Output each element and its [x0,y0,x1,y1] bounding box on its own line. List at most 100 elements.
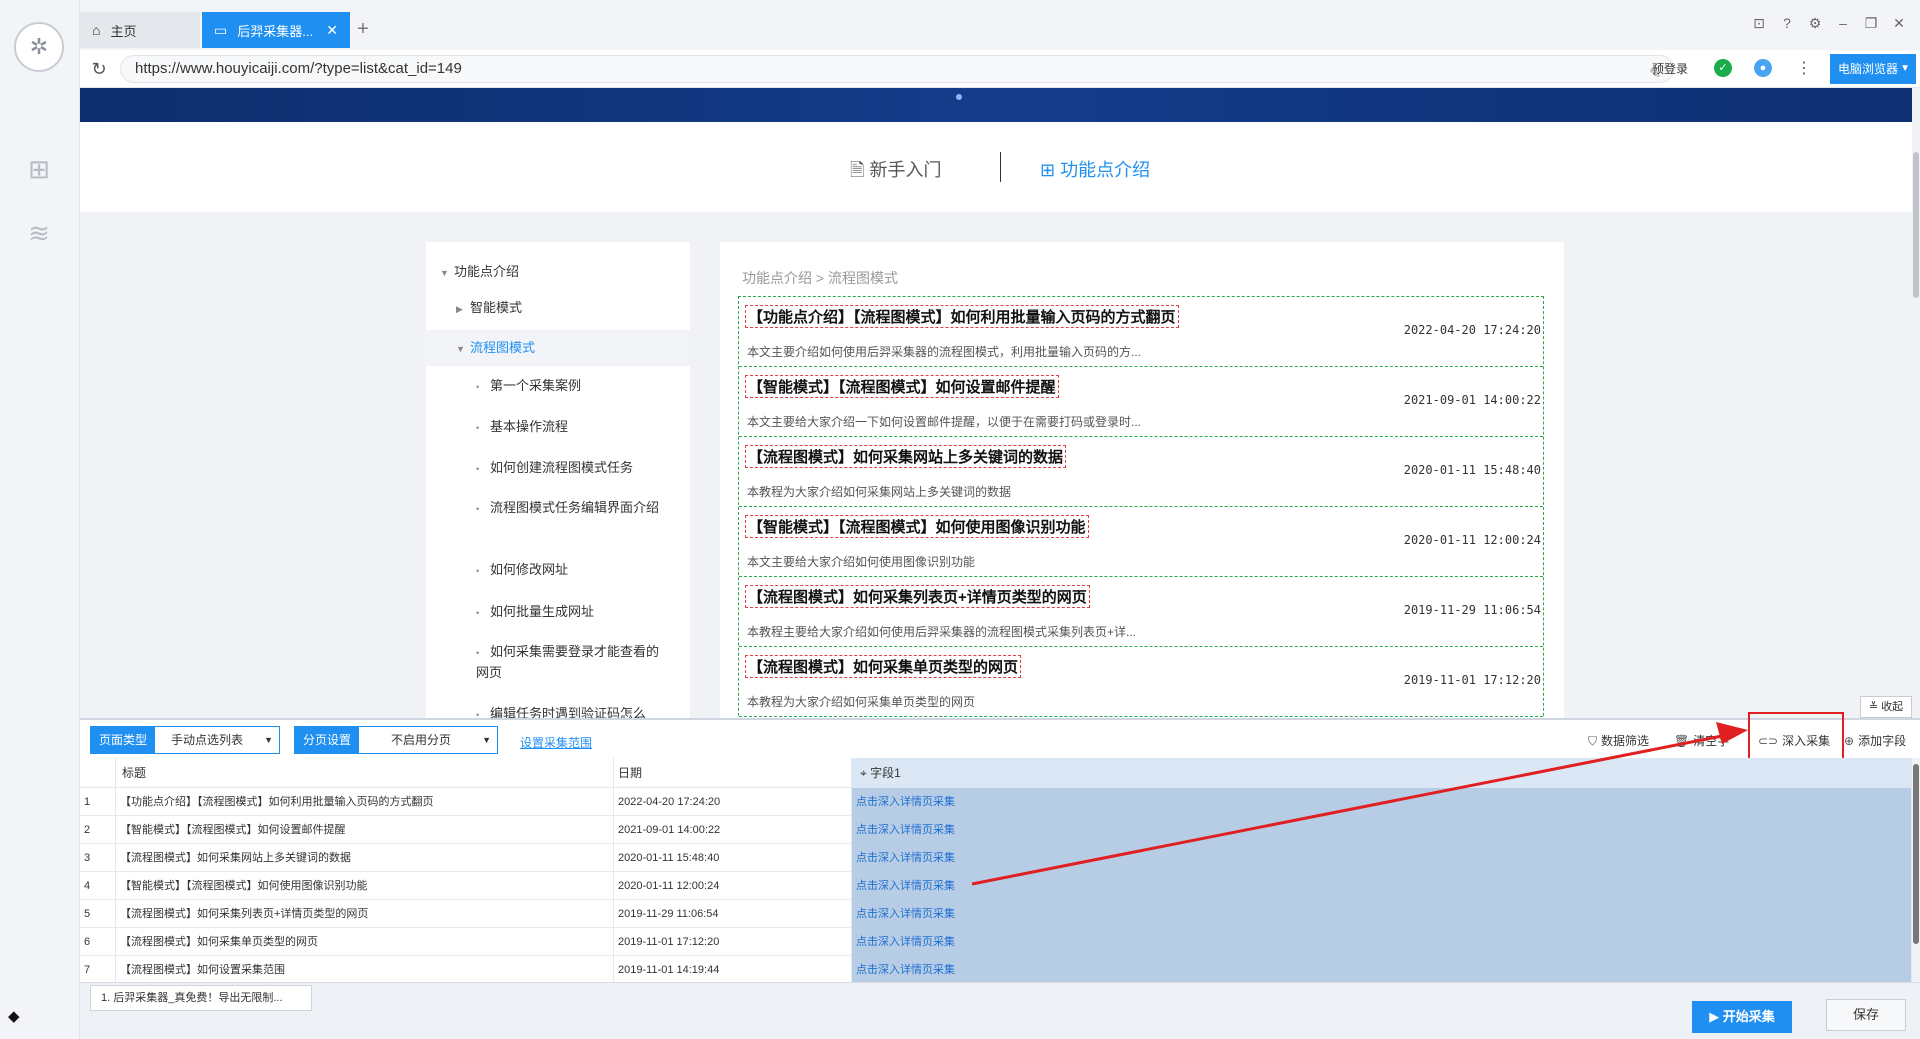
article-date: 2019-11-29 11:06:54 [1403,603,1541,617]
row-title[interactable]: 【流程图模式】如何采集列表页+详情页类型的网页 [116,900,614,928]
new-task-icon[interactable]: ⊞ [22,152,56,186]
help-icon[interactable]: ? [1776,12,1798,34]
row-date[interactable]: 2020-01-11 15:48:40 [614,844,852,872]
article-title[interactable]: 【流程图模式】如何采集单页类型的网页 [745,655,1022,678]
row-field1-link[interactable]: 点击深入详情页采集 [852,788,1912,816]
row-date[interactable]: 2020-01-11 12:00:24 [614,872,852,900]
row-field1-link[interactable]: 点击深入详情页采集 [852,956,1912,984]
add-field-button[interactable]: ⊕ 添加字段 [1844,732,1906,749]
user-status-icon[interactable]: ● [1754,59,1772,77]
row-title[interactable]: 【功能点介绍】【流程图模式】如何利用批量输入页码的方式翻页 [116,788,614,816]
page-type-value[interactable]: 手动点选列表 ▼ [155,727,280,753]
crosshair-icon: ⌖ [860,766,871,780]
col-title[interactable]: 标题 [116,758,614,788]
row-field1-link[interactable]: 点击深入详情页采集 [852,816,1912,844]
close-tab-icon[interactable]: ✕ [326,22,338,39]
menu-item[interactable]: ▼ 功能点介绍 [426,262,690,283]
gift-icon[interactable]: ⊡ [1748,12,1770,34]
tab-active[interactable]: ▭ 后羿采集器... ✕ [202,12,350,48]
col-field1[interactable]: ⌖ 字段1 [852,758,1912,788]
col-date[interactable]: 日期 [614,758,852,788]
row-title[interactable]: 【智能模式】【流程图模式】如何使用图像识别功能 [116,872,614,900]
table-row[interactable]: 3 【流程图模式】如何采集网站上多关键词的数据 2020-01-11 15:48… [80,844,1912,872]
qq-icon[interactable]: ◆ [8,1007,26,1025]
row-date[interactable]: 2021-09-01 14:00:22 [614,816,852,844]
layers-icon[interactable]: ≋ [22,216,56,250]
nav-getting-started[interactable]: 🗎 新手入门 [850,156,941,188]
row-date[interactable]: 2019-11-01 17:12:20 [614,928,852,956]
row-title[interactable]: 【流程图模式】如何设置采集范围 [116,956,614,984]
article-title[interactable]: 【功能点介绍】【流程图模式】如何利用批量输入页码的方式翻页 [745,305,1179,328]
article-title[interactable]: 【智能模式】【流程图模式】如何使用图像识别功能 [745,515,1089,538]
row-date[interactable]: 2022-04-20 17:24:20 [614,788,852,816]
menu-item[interactable]: • 基本操作流程 [426,417,690,438]
menu-item[interactable]: • 如何创建流程图模式任务 [426,458,690,479]
table-scrollbar-thumb[interactable] [1913,764,1919,944]
nav-features[interactable]: ⊞ 功能点介绍 [1040,156,1150,182]
collapse-button[interactable]: ≚ 收起 [1860,696,1912,718]
table-row[interactable]: 4 【智能模式】【流程图模式】如何使用图像识别功能 2020-01-11 12:… [80,872,1912,900]
status-bar: 1. 后羿采集器_真免费！导出无限制... ▶ 开始采集 保存 [80,982,1920,1039]
page-type-select[interactable]: 页面类型 手动点选列表 ▼ [90,726,281,754]
row-index: 2 [80,816,116,844]
table-row[interactable]: 2 【智能模式】【流程图模式】如何设置邮件提醒 2021-09-01 14:00… [80,816,1912,844]
pre-login-button[interactable]: 预登录 [1652,60,1688,77]
row-title[interactable]: 【流程图模式】如何采集网站上多关键词的数据 [116,844,614,872]
article-item[interactable]: 【功能点介绍】【流程图模式】如何利用批量输入页码的方式翻页 2022-04-20… [739,297,1543,367]
set-range-link[interactable]: 设置采集范围 [520,734,592,751]
article-title[interactable]: 【流程图模式】如何采集列表页+详情页类型的网页 [745,585,1090,608]
data-filter-button[interactable]: ⛉ 数据筛选 [1588,732,1649,749]
article-title[interactable]: 【流程图模式】如何采集网站上多关键词的数据 [745,445,1067,468]
table-row[interactable]: 6 【流程图模式】如何采集单页类型的网页 2019-11-01 17:12:20… [80,928,1912,956]
row-field1-link[interactable]: 点击深入详情页采集 [852,872,1912,900]
trash-icon: 🗑 [1674,734,1690,748]
paging-select[interactable]: 分页设置 不启用分页 ▼ [294,726,499,754]
row-title[interactable]: 【智能模式】【流程图模式】如何设置邮件提醒 [116,816,614,844]
browser-mode-dropdown[interactable]: 电脑浏览器 ▼ [1830,54,1916,84]
menu-item[interactable]: • 如何批量生成网址 [426,602,690,623]
menu-item[interactable]: • 第一个采集案例 [426,376,690,397]
reload-icon[interactable]: ↻ [88,58,110,80]
clear-fields-button[interactable]: 🗑 清空字 [1674,732,1729,749]
paging-value[interactable]: 不启用分页 ▼ [359,727,498,753]
tab-home[interactable]: ⌂ 主页 [80,12,200,48]
menu-item[interactable]: • 如何采集需要登录才能查看的网页 [426,642,690,683]
settings-icon[interactable]: ⚙ [1804,12,1826,34]
green-status-icon[interactable]: ✓ [1714,59,1732,77]
article-item[interactable]: 【智能模式】【流程图模式】如何使用图像识别功能 2020-01-11 12:00… [739,507,1543,577]
url-input[interactable]: https://www.houyicaiji.com/?type=list&ca… [120,55,1674,83]
save-button[interactable]: 保存 [1826,999,1906,1031]
row-date[interactable]: 2019-11-01 14:19:44 [614,956,852,984]
page-scrollbar-thumb[interactable] [1913,152,1919,298]
chevrons-down-icon: ≚ [1868,701,1882,713]
row-field1-link[interactable]: 点击深入详情页采集 [852,900,1912,928]
notice-tab[interactable]: 1. 后羿采集器_真免费！导出无限制... [90,985,312,1011]
article-title[interactable]: 【智能模式】【流程图模式】如何设置邮件提醒 [745,375,1059,398]
chevron-down-icon: ▼ [1900,63,1910,74]
menu-item-selected[interactable]: ▼ 流程图模式 [426,330,690,366]
menu-item[interactable]: • 流程图模式任务编辑界面介绍 [426,498,690,519]
restore-icon[interactable]: ❐ [1860,12,1882,34]
table-row[interactable]: 7 【流程图模式】如何设置采集范围 2019-11-01 14:19:44 点击… [80,956,1912,984]
page-scrollbar[interactable] [1912,88,1920,718]
close-window-icon[interactable]: ✕ [1888,12,1910,34]
data-panel: 页面类型 手动点选列表 ▼ 分页设置 不启用分页 ▼ 设置采集范围 ⛉ 数据筛选 🗑 清… [80,712,1920,1039]
minimize-icon[interactable]: – [1832,12,1854,34]
menu-item[interactable]: • 编辑任务时遇到验证码怎么 [426,704,690,718]
row-field1-link[interactable]: 点击深入详情页采集 [852,928,1912,956]
article-item[interactable]: 【流程图模式】如何采集网站上多关键词的数据 2020-01-11 15:48:4… [739,437,1543,507]
table-scrollbar[interactable] [1912,758,1920,982]
new-tab-button[interactable]: + [348,14,378,44]
article-item[interactable]: 【流程图模式】如何采集列表页+详情页类型的网页 2019-11-29 11:06… [739,577,1543,647]
row-title[interactable]: 【流程图模式】如何采集单页类型的网页 [116,928,614,956]
table-row[interactable]: 1 【功能点介绍】【流程图模式】如何利用批量输入页码的方式翻页 2022-04-… [80,788,1912,816]
menu-item[interactable]: • 如何修改网址 [426,560,690,581]
article-item[interactable]: 【流程图模式】如何采集单页类型的网页 2019-11-01 17:12:20 本… [739,647,1543,717]
article-item[interactable]: 【智能模式】【流程图模式】如何设置邮件提醒 2021-09-01 14:00:2… [739,367,1543,437]
row-date[interactable]: 2019-11-29 11:06:54 [614,900,852,928]
more-menu-icon[interactable]: ⋮ [1796,58,1812,78]
start-collect-button[interactable]: ▶ 开始采集 [1692,1001,1792,1033]
menu-item[interactable]: ▶ 智能模式 [426,298,690,319]
table-row[interactable]: 5 【流程图模式】如何采集列表页+详情页类型的网页 2019-11-29 11:… [80,900,1912,928]
row-field1-link[interactable]: 点击深入详情页采集 [852,844,1912,872]
